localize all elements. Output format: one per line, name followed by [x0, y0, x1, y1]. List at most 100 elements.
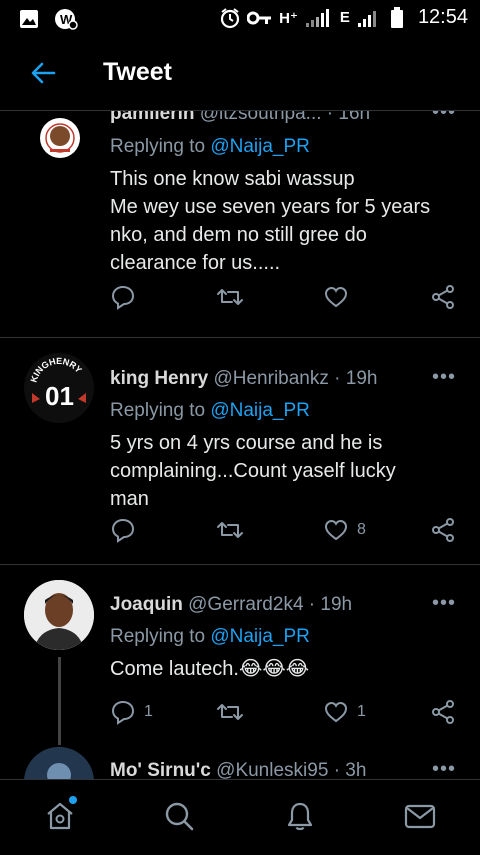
clock: 12:54: [417, 6, 468, 28]
meta-separator: ·: [333, 760, 341, 779]
tweet-time: 16h: [338, 111, 371, 124]
status-right: H⁺ E 12:54: [219, 6, 468, 29]
avatar[interactable]: [40, 118, 80, 158]
tweet-actions: 1 1: [110, 699, 460, 729]
more-options-icon[interactable]: •••: [432, 366, 456, 389]
replying-prefix: Replying to: [110, 626, 206, 647]
share-button[interactable]: [430, 699, 456, 725]
status-left-icons: W: [18, 8, 78, 30]
retweet-icon: [216, 699, 244, 725]
more-options-icon[interactable]: •••: [432, 592, 456, 615]
reply-button[interactable]: [110, 517, 144, 543]
tweet-text-line: nko, and dem no still gree do: [110, 224, 367, 246]
bottom-navigation: [0, 779, 480, 855]
tweet-text: 5 yrs on 4 yrs course and he is complain…: [110, 429, 455, 513]
home-icon[interactable]: [44, 800, 76, 832]
like-button[interactable]: 8: [323, 517, 366, 543]
avatar[interactable]: [24, 580, 94, 650]
retweet-button[interactable]: [216, 699, 252, 725]
thread-connector: [58, 657, 61, 745]
tweet-item[interactable]: Joaquin @Gerrard2k4 · 19h ••• Replying t…: [0, 565, 480, 745]
svg-text:01: 01: [45, 381, 74, 411]
meta-separator: ·: [334, 368, 341, 389]
tweet-time: 19h: [345, 368, 378, 389]
reply-icon: [110, 517, 136, 543]
top-app-bar: Tweet: [0, 38, 480, 111]
meta-separator: ·: [326, 111, 334, 124]
tweet-text-line: clearance for us.....: [110, 252, 281, 274]
messages-icon[interactable]: [403, 800, 437, 832]
author-handle[interactable]: @Kunleski95: [216, 760, 328, 779]
author-name[interactable]: Mo' Sirnu'c: [110, 760, 211, 779]
tweet-meta: king Henry @Henribankz · 19h: [110, 368, 377, 390]
reply-mention-link[interactable]: @Naija_PR: [210, 136, 310, 157]
new-content-indicator: [69, 796, 77, 804]
author-handle[interactable]: @Henribankz: [213, 368, 328, 389]
tweet-item[interactable]: pamilerin @itzsouthpa... · 16h ••• Reply…: [0, 111, 480, 337]
back-arrow-icon[interactable]: [30, 60, 56, 86]
retweet-icon: [216, 284, 244, 310]
heart-icon: [323, 517, 349, 543]
tweet-text-line: Come lautech.😂😂😂: [110, 658, 310, 680]
tweet-time: 19h: [320, 594, 353, 615]
author-handle[interactable]: @itzsouthpa...: [200, 111, 322, 124]
like-count: 8: [357, 521, 366, 538]
tweet-text: This one know sabi wassup Me wey use sev…: [110, 165, 455, 277]
image-icon: [18, 8, 40, 30]
battery-icon: [390, 6, 404, 29]
tweet-text-line: 5 yrs on 4 yrs course and he is: [110, 432, 383, 454]
tweet-text-line: Me wey use seven years for 5 years: [110, 196, 431, 218]
signal-icon-2: [356, 8, 384, 28]
reply-icon: [110, 699, 136, 725]
tweet-text: Come lautech.😂😂😂: [110, 655, 455, 683]
share-icon: [430, 284, 456, 310]
replying-prefix: Replying to: [110, 400, 206, 421]
author-name[interactable]: king Henry: [110, 368, 208, 389]
reply-mention-link[interactable]: @Naija_PR: [210, 400, 310, 421]
like-count: 1: [357, 703, 366, 720]
like-button[interactable]: 1: [323, 699, 366, 725]
tweet-item[interactable]: KINGHENRY 01 king Henry @Henribankz · 19…: [0, 338, 480, 564]
reply-mention-link[interactable]: @Naija_PR: [210, 626, 310, 647]
share-button[interactable]: [430, 517, 456, 543]
heart-icon: [323, 284, 349, 310]
reply-icon: [110, 284, 136, 310]
tweet-actions: [110, 284, 460, 314]
replying-to: Replying to @Naija_PR: [110, 400, 310, 422]
tweet-meta: Mo' Sirnu'c @Kunleski95 · 3h: [110, 760, 366, 779]
tweet-text-line: man: [110, 488, 149, 510]
author-name[interactable]: pamilerin: [110, 111, 194, 124]
network-type-h: H⁺: [279, 9, 298, 27]
tweet-meta: pamilerin @itzsouthpa... · 16h: [110, 111, 370, 125]
avatar[interactable]: [24, 747, 94, 779]
retweet-button[interactable]: [216, 517, 252, 543]
replies-feed[interactable]: pamilerin @itzsouthpa... · 16h ••• Reply…: [0, 111, 480, 779]
tweet-item[interactable]: Mo' Sirnu'c @Kunleski95 · 3h •••: [0, 745, 480, 779]
reply-button[interactable]: 1: [110, 699, 153, 725]
reply-count: 1: [144, 703, 153, 720]
tweet-text-line: complaining...Count yaself lucky: [110, 460, 396, 482]
more-options-icon[interactable]: •••: [432, 758, 456, 779]
meta-separator: ·: [308, 594, 316, 615]
avatar[interactable]: KINGHENRY 01: [24, 353, 94, 423]
app-notification-icon: W: [54, 8, 78, 30]
alarm-icon: [219, 7, 241, 29]
retweet-button[interactable]: [216, 284, 252, 310]
page-title: Tweet: [103, 58, 172, 86]
more-options-icon[interactable]: •••: [432, 111, 456, 124]
tweet-time: 3h: [345, 760, 367, 779]
search-icon[interactable]: [163, 800, 195, 832]
share-icon: [430, 699, 456, 725]
network-type-e: E: [339, 9, 350, 26]
notifications-icon[interactable]: [284, 800, 316, 832]
status-bar: W H⁺ E 12:54: [0, 0, 480, 38]
like-button[interactable]: [323, 284, 357, 310]
reply-button[interactable]: [110, 284, 144, 310]
replying-prefix: Replying to: [110, 136, 206, 157]
signal-icon: [304, 8, 334, 28]
author-name[interactable]: Joaquin: [110, 594, 183, 615]
replying-to: Replying to @Naija_PR: [110, 136, 310, 158]
share-button[interactable]: [430, 284, 456, 310]
author-handle[interactable]: @Gerrard2k4: [188, 594, 303, 615]
heart-icon: [323, 699, 349, 725]
